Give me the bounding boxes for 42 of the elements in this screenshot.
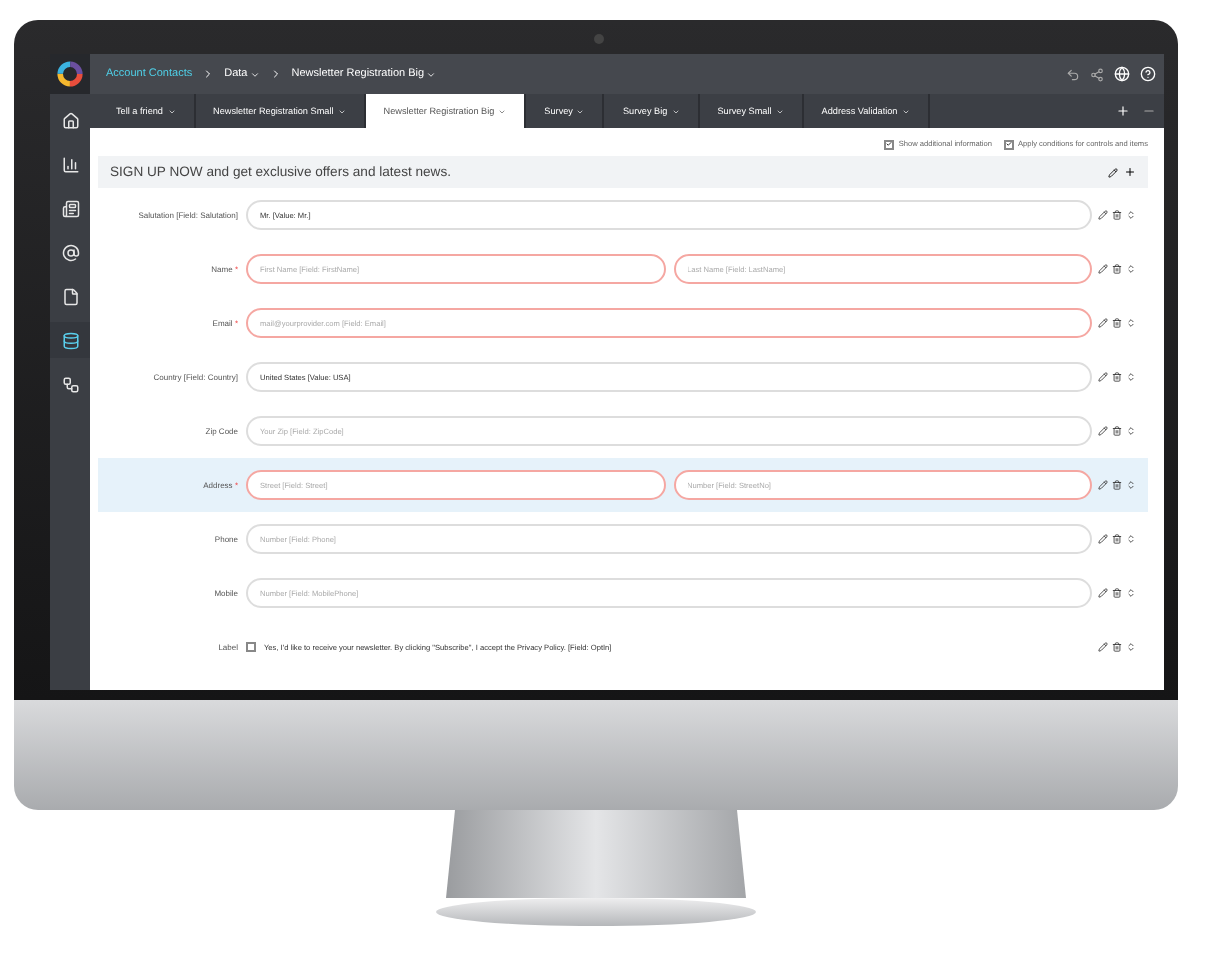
trash-icon[interactable] <box>1112 480 1122 490</box>
minus-icon[interactable] <box>1142 104 1156 118</box>
pencil-icon[interactable] <box>1098 426 1108 436</box>
undo-icon[interactable] <box>1066 67 1080 81</box>
trash-icon[interactable] <box>1112 264 1122 274</box>
globe-icon[interactable] <box>1114 66 1130 82</box>
trash-icon[interactable] <box>1112 534 1122 544</box>
checkbox[interactable] <box>1003 139 1014 149</box>
pencil-icon[interactable] <box>1098 534 1108 544</box>
reorder-icon[interactable] <box>1126 426 1136 436</box>
reorder-icon[interactable] <box>1126 588 1136 598</box>
trash-icon[interactable] <box>1112 210 1122 220</box>
reorder-icon[interactable] <box>1126 534 1136 544</box>
plus-icon[interactable] <box>1124 166 1136 178</box>
checkbox[interactable] <box>884 139 895 149</box>
trash-icon[interactable] <box>1112 588 1122 598</box>
reorder-icon[interactable] <box>1126 264 1136 274</box>
reorder-icon[interactable] <box>1126 210 1136 220</box>
help-icon[interactable] <box>1140 66 1156 82</box>
pencil-icon[interactable] <box>1098 372 1108 382</box>
pencil-icon[interactable] <box>1098 210 1108 220</box>
reorder-icon[interactable] <box>1126 318 1136 328</box>
chevron-right-icon <box>269 68 282 80</box>
pencil-icon[interactable] <box>1098 318 1108 328</box>
pencil-icon[interactable] <box>1098 264 1108 274</box>
pencil-icon[interactable] <box>1098 480 1108 490</box>
checkbox[interactable] <box>246 642 256 652</box>
chevron-right-icon <box>202 68 215 80</box>
reorder-icon[interactable] <box>1126 480 1136 490</box>
database-icon[interactable] <box>50 322 90 358</box>
trash-icon[interactable] <box>1112 642 1122 652</box>
pencil-icon[interactable] <box>1098 588 1108 598</box>
pencil-icon[interactable] <box>1098 642 1108 652</box>
trash-icon[interactable] <box>1112 372 1122 382</box>
camera-dot <box>594 34 604 44</box>
pencil-icon[interactable] <box>1108 167 1118 177</box>
reorder-icon[interactable] <box>1126 372 1136 382</box>
trash-icon[interactable] <box>1112 318 1122 328</box>
share-icon[interactable] <box>1090 67 1104 81</box>
reorder-icon[interactable] <box>1126 642 1136 652</box>
plus-icon[interactable] <box>1116 104 1130 118</box>
trash-icon[interactable] <box>1112 426 1122 436</box>
